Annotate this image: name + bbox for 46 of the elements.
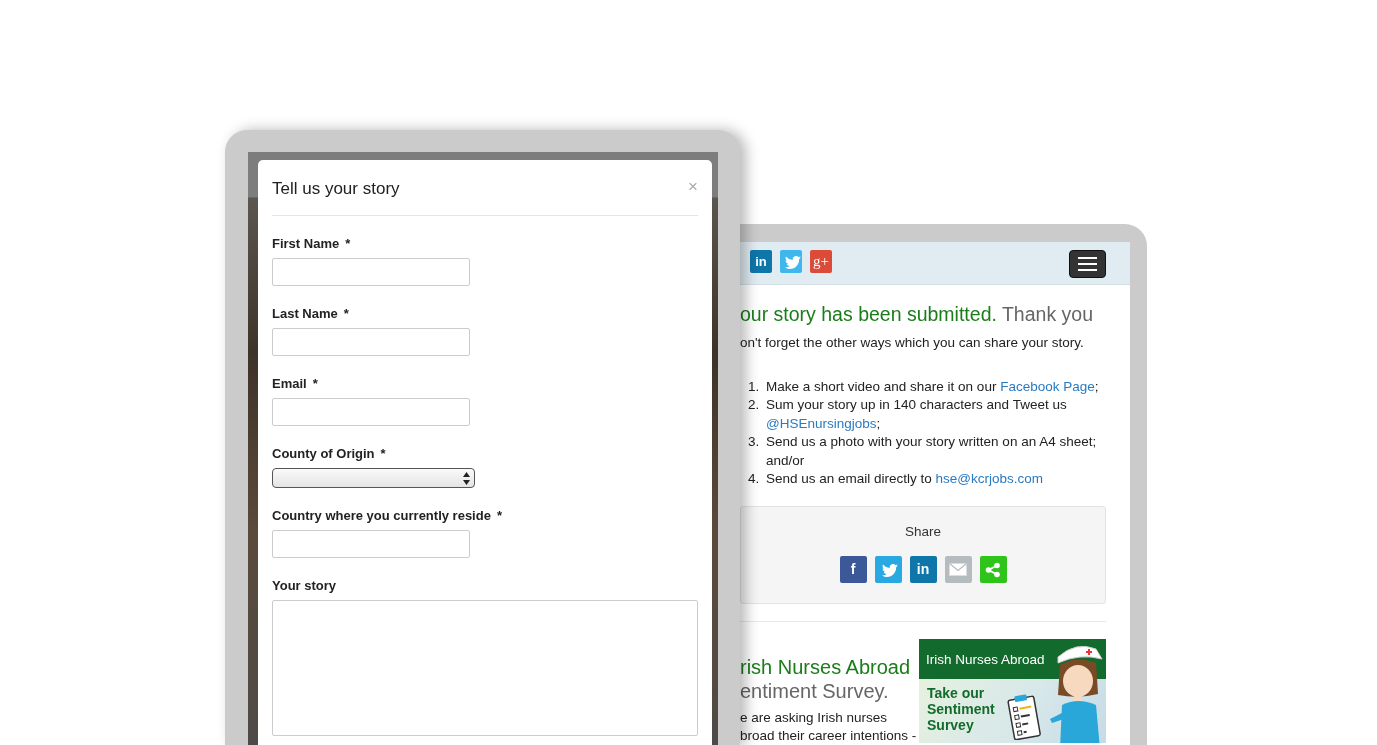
- email-share-button[interactable]: [944, 556, 972, 583]
- field-label: Email *: [272, 376, 319, 392]
- linkedin-icon[interactable]: in: [750, 250, 772, 273]
- field-label: Your story: [272, 578, 338, 594]
- input-field[interactable]: [272, 530, 470, 558]
- input-field[interactable]: [272, 258, 470, 286]
- banner-text: Take our Sentiment Survey: [927, 685, 996, 733]
- story-textarea[interactable]: [272, 600, 698, 736]
- survey-banner[interactable]: Irish Nurses Abroad Take our Sentiment Survey: [919, 639, 1106, 743]
- menu-button[interactable]: [1069, 250, 1106, 278]
- body-text: broad their career intentions -: [740, 727, 917, 745]
- list-number: 3.: [748, 433, 759, 452]
- field-label: First Name *: [272, 236, 352, 252]
- intro-text: on't forget the other ways which you can share your story.: [740, 333, 1085, 352]
- stepper-arrows-icon: [463, 471, 470, 485]
- share-icon: [985, 561, 1001, 578]
- confirmation-heading: our story has been submitted. Thank you: [740, 301, 1094, 327]
- close-button[interactable]: ×: [688, 180, 698, 194]
- list-number: 4.: [748, 470, 759, 489]
- text-link[interactable]: hse@kcrjobs.com: [935, 471, 1044, 487]
- list-number: 1.: [748, 377, 759, 396]
- input-field[interactable]: [272, 398, 470, 426]
- share-title: Share: [904, 522, 942, 541]
- list-item-text: Send us a photo with your story written on an A4 sheet; and/or: [766, 433, 1098, 470]
- text-link[interactable]: Facebook Page: [1000, 378, 1095, 394]
- field-label: Country where you currently reside *: [272, 508, 503, 524]
- field-label: Last Name *: [272, 306, 350, 322]
- list-item-text: Make a short video and share it on our Facebook Page;: [766, 377, 1099, 396]
- survey-heading: rish Nurses Abroad entiment Survey.: [740, 655, 912, 703]
- twitter-icon[interactable]: [780, 250, 802, 273]
- list-number: 2.: [748, 396, 759, 415]
- field-label: County of Origin *: [272, 446, 387, 462]
- clipboard-icon: [1007, 694, 1041, 740]
- envelope-icon: [949, 563, 967, 576]
- list-item-text: Send us an email directly to hse@kcrjobs.com: [766, 470, 1044, 489]
- list-item-text: Sum your story up in 140 characters and Tweet us @HSEnursingjobs;: [766, 396, 1068, 433]
- select-field[interactable]: [272, 468, 475, 488]
- google-plus-icon[interactable]: g+: [810, 250, 832, 273]
- facebook-share-button[interactable]: f: [839, 556, 867, 583]
- share-button[interactable]: [979, 556, 1007, 583]
- modal-title: Tell us your story: [272, 178, 400, 200]
- body-text: e are asking Irish nurses: [740, 709, 889, 727]
- text-link[interactable]: @HSEnursingjobs: [766, 415, 877, 431]
- linkedin-share-button[interactable]: in: [909, 556, 937, 583]
- twitter-share-button[interactable]: [874, 556, 902, 583]
- input-field[interactable]: [272, 328, 470, 356]
